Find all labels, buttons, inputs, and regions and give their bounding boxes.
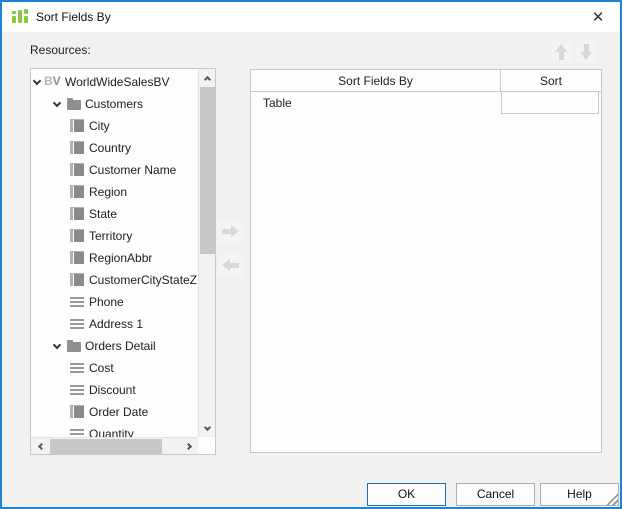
column-header-sort: Sort: [501, 70, 601, 92]
tree-item-address-1[interactable]: Address 1: [31, 313, 198, 335]
tree-item-discount[interactable]: Discount: [31, 379, 198, 401]
chevron-down-icon[interactable]: [53, 341, 61, 349]
right-arrow-icon: [222, 225, 239, 238]
measure-field-icon: [70, 363, 84, 373]
cancel-button[interactable]: Cancel: [456, 483, 535, 506]
tree-item-phone[interactable]: Phone: [31, 291, 198, 313]
sort-row-field[interactable]: Table: [263, 92, 292, 114]
tree-item-label: Discount: [89, 383, 136, 397]
dimension-field-icon: [70, 251, 84, 264]
scroll-left-icon[interactable]: [31, 438, 48, 455]
tree-item-quantity[interactable]: Quantity: [31, 423, 198, 437]
move-up-button[interactable]: [551, 41, 572, 62]
vertical-scrollbar-thumb[interactable]: [200, 87, 215, 254]
tree-item-order-date[interactable]: Order Date: [31, 401, 198, 423]
vertical-scrollbar[interactable]: [198, 69, 215, 437]
folder-icon: [67, 342, 81, 352]
tree-item-label: Customers: [85, 97, 143, 111]
tree-item-worldwidesalesbv[interactable]: BV WorldWideSalesBV: [31, 71, 198, 93]
tree-item-label: RegionAbbr: [89, 251, 152, 265]
tree-item-territory[interactable]: Territory: [31, 225, 198, 247]
measure-field-icon: [70, 385, 84, 395]
tree-item-label: State: [89, 207, 117, 221]
dialog-title: Sort Fields By: [36, 10, 111, 24]
tree-item-label: Territory: [89, 229, 132, 243]
sort-fields-table: Sort Fields By Sort Table: [250, 69, 602, 453]
resources-tree-panel: BV WorldWideSalesBV Customers City Country Cu…: [30, 68, 216, 455]
dimension-field-icon: [70, 273, 84, 286]
chevron-down-icon[interactable]: [53, 99, 61, 107]
dimension-field-icon: [70, 141, 84, 154]
resources-tree: BV WorldWideSalesBV Customers City Country Cu…: [31, 69, 198, 437]
tree-item-label: WorldWideSalesBV: [65, 75, 169, 89]
add-field-button[interactable]: [218, 220, 243, 243]
up-arrow-icon: [555, 44, 568, 60]
resources-label: Resources:: [30, 43, 91, 57]
tree-item-country[interactable]: Country: [31, 137, 198, 159]
folder-icon: [67, 100, 81, 110]
column-header-sort-fields-by: Sort Fields By: [251, 70, 501, 92]
tree-item-orders-detail[interactable]: Orders Detail: [31, 335, 198, 357]
remove-field-button[interactable]: [218, 254, 243, 277]
close-icon[interactable]: ✕: [586, 6, 610, 28]
tree-item-cost[interactable]: Cost: [31, 357, 198, 379]
tree-item-city[interactable]: City: [31, 115, 198, 137]
tree-item-label: CustomerCityStateZ: [89, 273, 197, 287]
dimension-field-icon: [70, 405, 84, 418]
dimension-field-icon: [70, 185, 84, 198]
tree-item-customer-name[interactable]: Customer Name: [31, 159, 198, 181]
measure-field-icon: [70, 429, 84, 437]
tree-item-label: Quantity: [89, 427, 134, 437]
left-arrow-icon: [222, 259, 239, 272]
tree-item-label: Customer Name: [89, 163, 176, 177]
dimension-field-icon: [70, 119, 84, 132]
tree-item-label: Phone: [89, 295, 124, 309]
business-view-icon: BV: [44, 74, 61, 88]
dimension-field-icon: [70, 163, 84, 176]
help-button[interactable]: Help: [540, 483, 619, 506]
tree-item-label: City: [89, 119, 110, 133]
tree-item-customercitystatez[interactable]: CustomerCityStateZ: [31, 269, 198, 291]
horizontal-scrollbar-thumb[interactable]: [50, 439, 162, 454]
tree-item-label: Country: [89, 141, 131, 155]
tree-item-region[interactable]: Region: [31, 181, 198, 203]
tree-item-state[interactable]: State: [31, 203, 198, 225]
scroll-right-icon[interactable]: [181, 438, 198, 455]
sort-row-sort-cell[interactable]: [501, 92, 599, 114]
measure-field-icon: [70, 297, 84, 307]
title-bar: Sort Fields By ✕: [2, 2, 620, 32]
tree-item-label: Address 1: [89, 317, 143, 331]
ok-button[interactable]: OK: [367, 483, 446, 506]
chevron-down-icon[interactable]: [33, 77, 41, 85]
tree-item-label: Region: [89, 185, 127, 199]
sort-fields-by-dialog: Sort Fields By ✕ Resources: BV WorldWideS…: [0, 0, 622, 509]
horizontal-scrollbar[interactable]: [31, 437, 198, 454]
move-down-button[interactable]: [576, 41, 597, 62]
tree-item-customers[interactable]: Customers: [31, 93, 198, 115]
tree-item-label: Cost: [89, 361, 114, 375]
scroll-down-icon[interactable]: [199, 420, 216, 437]
tree-item-label: Order Date: [89, 405, 148, 419]
dimension-field-icon: [70, 229, 84, 242]
scroll-up-icon[interactable]: [199, 69, 216, 86]
measure-field-icon: [70, 319, 84, 329]
dimension-field-icon: [70, 207, 84, 220]
tree-item-label: Orders Detail: [85, 339, 156, 353]
tree-item-regionabbr[interactable]: RegionAbbr: [31, 247, 198, 269]
down-arrow-icon: [580, 44, 593, 60]
sliders-icon: [11, 8, 29, 26]
